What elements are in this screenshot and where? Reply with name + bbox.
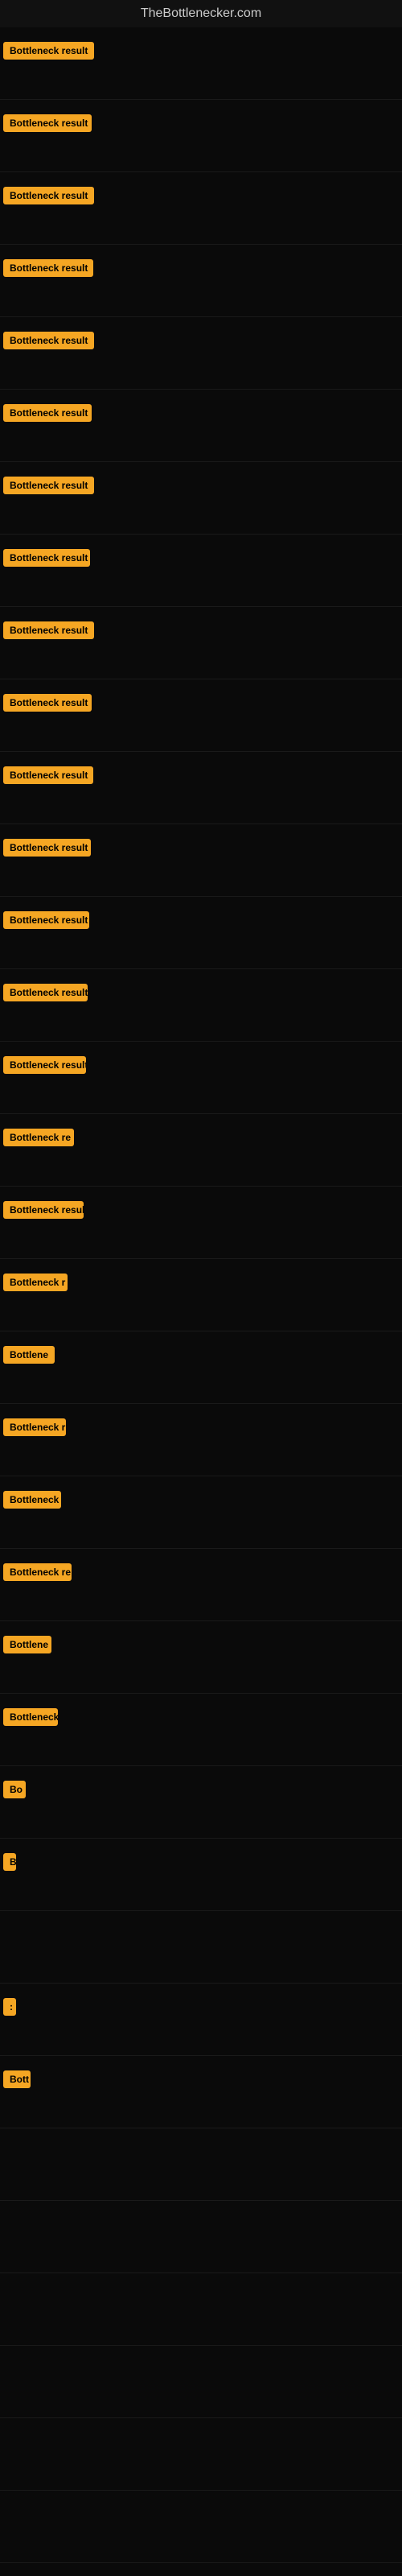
bottleneck-badge[interactable]: Bottleneck result (3, 404, 92, 422)
site-title: TheBottlenecker.com (0, 0, 402, 27)
list-item: Bottleneck re (0, 1549, 402, 1621)
list-item: Bottleneck result (0, 1042, 402, 1114)
bottleneck-badge[interactable]: Bottleneck result (3, 42, 94, 60)
list-item: Bottleneck result (0, 897, 402, 969)
list-item (0, 2273, 402, 2346)
list-item (0, 2128, 402, 2201)
list-item: Bottleneck result (0, 172, 402, 245)
list-item: Bottlene (0, 1331, 402, 1404)
bottleneck-badge[interactable]: Bottleneck re (3, 1563, 72, 1581)
bottleneck-badge[interactable]: : (3, 1998, 16, 2016)
list-item: Bottleneck (0, 1476, 402, 1549)
items-container: Bottleneck result Bottleneck result Bottle… (0, 27, 402, 2563)
bottleneck-badge[interactable]: Bottleneck result (3, 1201, 84, 1219)
bottleneck-badge[interactable]: Bottleneck result (3, 694, 92, 712)
bottleneck-badge[interactable]: Bottleneck result (3, 549, 90, 567)
bottleneck-badge[interactable]: Bottleneck result (3, 259, 93, 277)
list-item: Bottleneck r (0, 1404, 402, 1476)
bottleneck-badge[interactable]: Bottleneck (3, 1491, 61, 1509)
list-item: Bottleneck re (0, 1114, 402, 1187)
list-item: Bottleneck result (0, 317, 402, 390)
list-item: Bottleneck result (0, 462, 402, 535)
list-item: Bottleneck result (0, 535, 402, 607)
bottleneck-badge[interactable]: Bottleneck result (3, 477, 94, 494)
bottleneck-badge[interactable]: Bottleneck result (3, 1056, 86, 1074)
bottleneck-badge[interactable]: Bottleneck result (3, 766, 93, 784)
bottleneck-badge[interactable]: Bottleneck result (3, 114, 92, 132)
bottleneck-badge[interactable]: Bottleneck result (3, 984, 88, 1001)
list-item (0, 2491, 402, 2563)
site-header: TheBottlenecker.com (0, 0, 402, 27)
list-item: Bottleneck result (0, 1187, 402, 1259)
list-item: Bottlene (0, 1621, 402, 1694)
bottleneck-badge[interactable]: Bottlene (3, 1346, 55, 1364)
list-item (0, 2418, 402, 2491)
bottleneck-badge[interactable]: Bottleneck result (3, 621, 94, 639)
list-item: Bottleneck result (0, 607, 402, 679)
list-item: Bottleneck result (0, 752, 402, 824)
bottleneck-badge[interactable]: Bottleneck result (3, 187, 94, 204)
bottleneck-badge[interactable]: Bottleneck result (3, 839, 91, 857)
list-item: Bottleneck result (0, 824, 402, 897)
bottleneck-badge[interactable]: Bott (3, 2070, 31, 2088)
list-item: Bottleneck (0, 1694, 402, 1766)
bottleneck-badge[interactable]: Bottleneck r (3, 1274, 68, 1291)
list-item: Bo (0, 1766, 402, 1839)
bottleneck-badge[interactable]: Bottleneck result (3, 911, 89, 929)
bottleneck-badge[interactable]: Bottleneck (3, 1708, 58, 1726)
list-item: Bott (0, 2056, 402, 2128)
bottleneck-badge[interactable]: Bo (3, 1781, 26, 1798)
bottleneck-badge[interactable]: B (3, 1853, 16, 1871)
list-item: Bottleneck result (0, 390, 402, 462)
bottleneck-badge[interactable]: Bottleneck r (3, 1418, 66, 1436)
bottleneck-badge[interactable]: Bottleneck result (3, 332, 94, 349)
list-item: Bottleneck result (0, 27, 402, 100)
bottleneck-badge[interactable]: Bottlene (3, 1636, 51, 1653)
list-item: B (0, 1839, 402, 1911)
list-item: : (0, 1984, 402, 2056)
list-item (0, 2201, 402, 2273)
list-item: Bottleneck result (0, 100, 402, 172)
list-item: Bottleneck result (0, 245, 402, 317)
list-item: Bottleneck result (0, 969, 402, 1042)
list-item (0, 1911, 402, 1984)
list-item: Bottleneck r (0, 1259, 402, 1331)
list-item (0, 2346, 402, 2418)
list-item: Bottleneck result (0, 679, 402, 752)
bottleneck-badge[interactable]: Bottleneck re (3, 1129, 74, 1146)
